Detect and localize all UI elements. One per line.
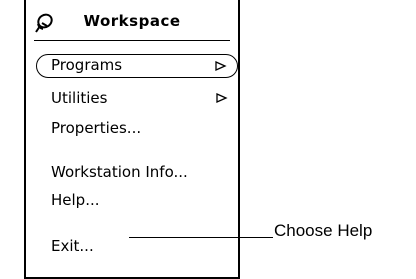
menu-title: Workspace (83, 12, 181, 30)
menu-item-label: Properties... (51, 119, 142, 137)
menu-item-label: Programs (51, 56, 123, 74)
menu-item-properties[interactable]: Properties... (36, 116, 238, 140)
submenu-arrow-icon (216, 93, 228, 103)
menu-item-label: Help... (51, 191, 100, 209)
menu-item-programs[interactable]: Programs (36, 54, 238, 78)
menu-item-label: Utilities (51, 89, 108, 107)
menu-item-label: Exit... (51, 237, 94, 255)
title-divider (34, 40, 230, 41)
menu-item-workstation-info[interactable]: Workstation Info... (36, 160, 238, 184)
menu-item-label: Workstation Info... (51, 163, 188, 181)
submenu-arrow-icon (215, 60, 227, 71)
menu-item-utilities[interactable]: Utilities (36, 86, 238, 110)
callout-leader-line (129, 237, 273, 238)
menu-item-help[interactable]: Help... (36, 188, 238, 212)
callout-label: Choose Help (274, 221, 373, 240)
